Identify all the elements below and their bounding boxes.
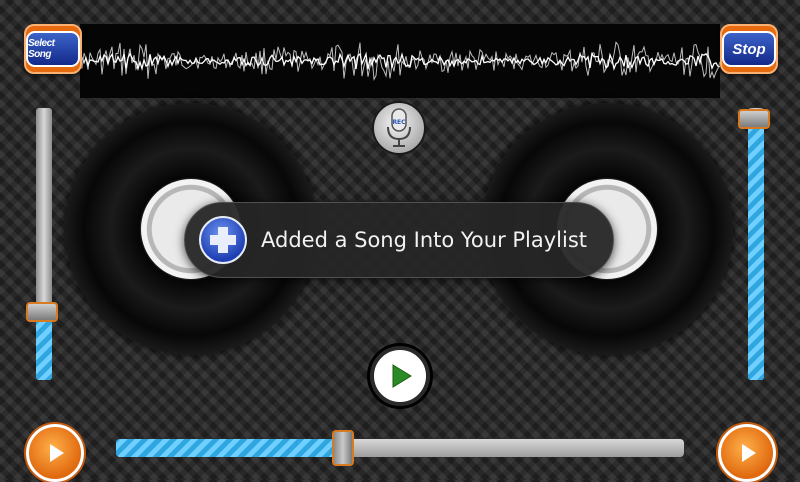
crossfader-thumb[interactable] [332,430,354,466]
left-deck-play-button[interactable] [26,424,84,482]
right-volume-fill [748,119,764,380]
play-icon [392,364,412,388]
waveform-display [80,24,720,98]
plus-shield-icon [199,216,247,264]
crossfader-fill [116,439,343,457]
select-song-button[interactable]: Select Song [24,24,82,74]
right-volume-slider[interactable] [738,108,770,380]
select-song-label: Select Song [26,31,80,67]
center-play-button[interactable] [370,346,430,406]
left-volume-slider[interactable] [26,108,58,380]
right-deck-play-button[interactable] [718,424,776,482]
stop-button[interactable]: Stop [720,24,778,74]
left-volume-fill [36,312,52,380]
left-volume-thumb[interactable] [26,302,58,322]
waveform-trace [80,51,720,71]
toast-message: Added a Song Into Your Playlist [261,228,588,252]
crossfader-slider[interactable] [116,430,684,466]
microphone-icon: REC [387,108,411,147]
stop-label: Stop [722,31,776,67]
play-icon [742,444,756,462]
play-icon [50,444,64,462]
toast-notification: Added a Song Into Your Playlist [184,202,614,278]
right-volume-thumb[interactable] [738,109,770,129]
record-mic-button[interactable]: REC [372,101,426,155]
mic-rec-label: REC [392,119,406,126]
